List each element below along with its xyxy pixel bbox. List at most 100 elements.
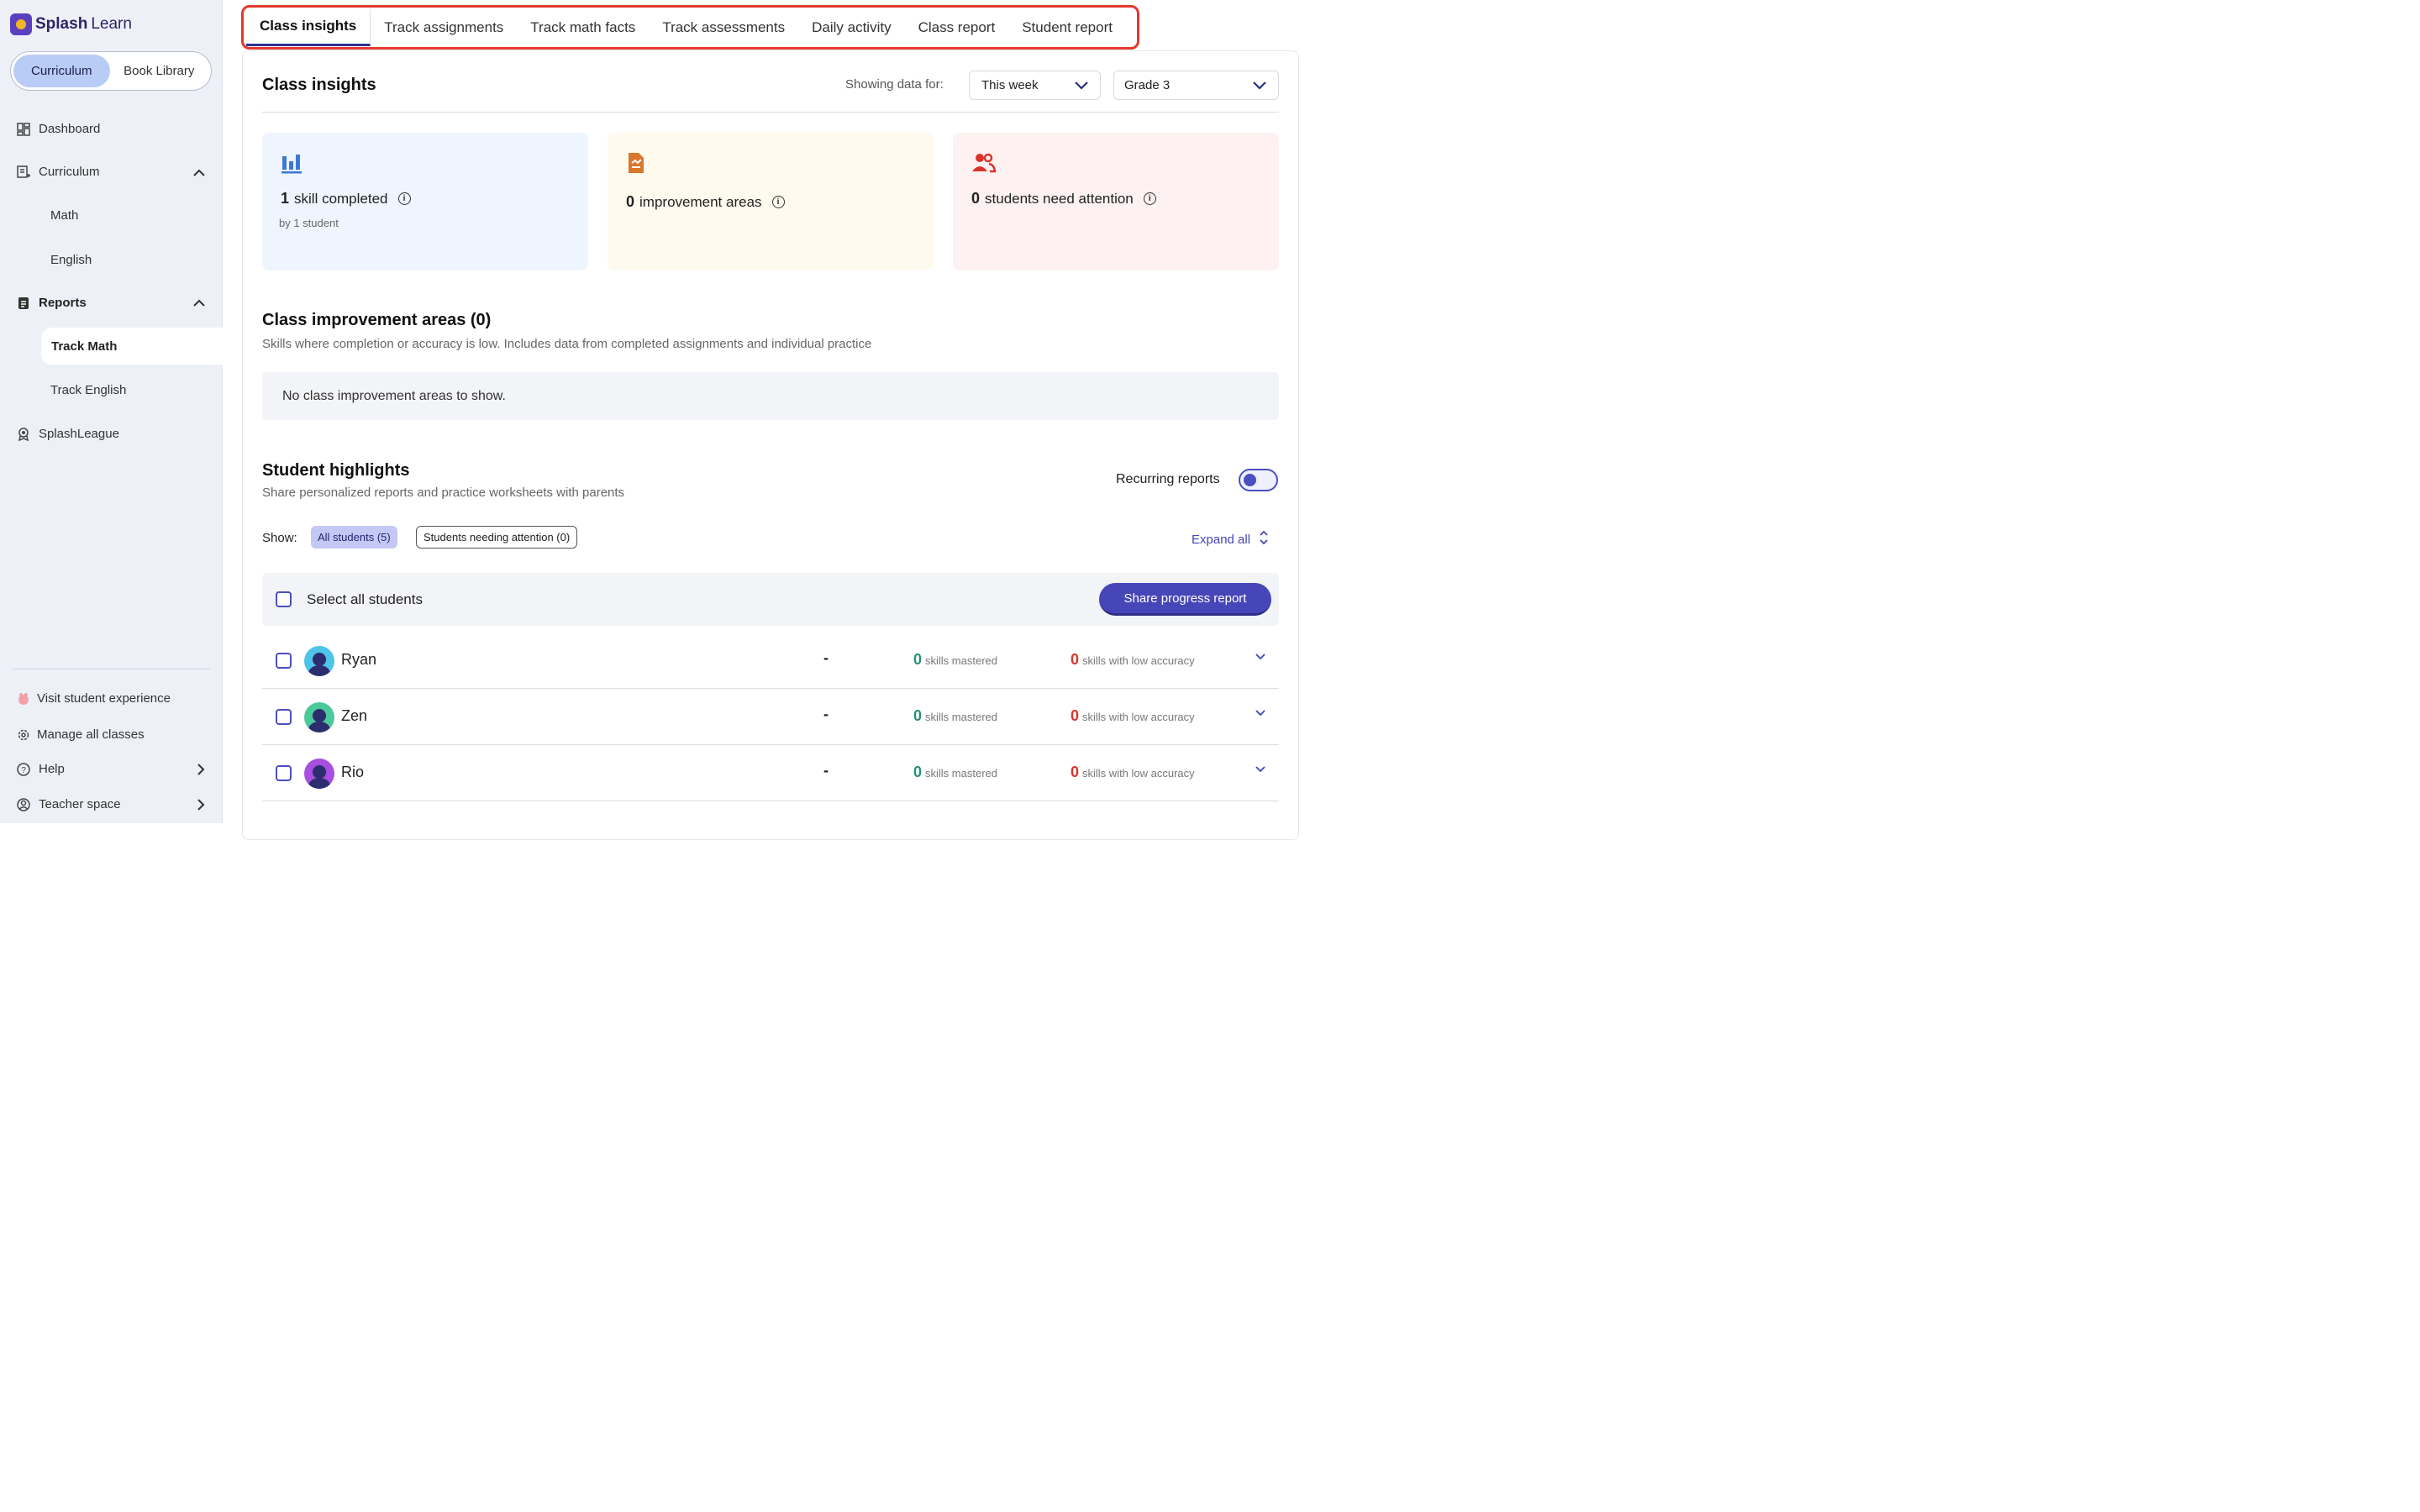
sidebar-item-visit-student-experience[interactable]: Visit student experience: [17, 691, 171, 706]
low-accuracy-count: 0: [1071, 764, 1080, 780]
low-accuracy: 0 skills with low accuracy: [1071, 707, 1195, 725]
clipboard-chart-icon: [626, 151, 648, 173]
skills-mastered-label: skills mastered: [925, 654, 997, 667]
student-row[interactable]: Rio - 0 skills mastered 0 skills with low …: [262, 745, 1279, 801]
skills-completed-count: 1: [281, 190, 290, 207]
chevron-down-icon[interactable]: [1255, 649, 1265, 663]
period-select-value: This week: [981, 78, 1039, 92]
low-accuracy-label: skills with low accuracy: [1082, 767, 1195, 780]
expand-all-button[interactable]: Expand all: [1192, 530, 1269, 549]
highlights-section-subtitle: Share personalized reports and practice …: [262, 486, 625, 500]
page-title: Class insights: [262, 76, 376, 94]
low-accuracy: 0 skills with low accuracy: [1071, 651, 1195, 669]
expand-collapse-icon: [1259, 530, 1269, 549]
avatar: [304, 646, 334, 676]
users-icon: [971, 151, 997, 173]
sidebar-item-math[interactable]: Math: [50, 208, 78, 223]
tab-student-report[interactable]: Student report: [1008, 9, 1126, 46]
low-accuracy-label: skills with low accuracy: [1082, 654, 1195, 667]
chevron-right-icon[interactable]: [197, 764, 205, 778]
sidebar-item-help[interactable]: ? Help: [17, 762, 206, 776]
tab-class-insights[interactable]: Class insights: [246, 8, 371, 46]
showing-data-label: Showing data for:: [845, 77, 944, 92]
students-attention-card: 0 students need attention i: [953, 133, 1279, 270]
chevron-down-icon: [1253, 79, 1266, 92]
info-icon[interactable]: i: [771, 196, 785, 208]
chevron-up-icon[interactable]: [193, 166, 205, 180]
skills-completed-sub: by 1 student: [279, 217, 339, 229]
info-icon[interactable]: i: [1143, 192, 1156, 205]
skills-completed-text: 1 skill completed i: [281, 190, 411, 207]
improvement-areas-text: 0 improvement areas i: [626, 193, 785, 211]
share-progress-report-button[interactable]: Share progress report: [1099, 583, 1271, 616]
sidebar-item-reports[interactable]: Reports: [17, 296, 87, 310]
filter-all-students[interactable]: All students (5): [311, 526, 397, 549]
user-circle-icon: [17, 797, 30, 811]
recurring-reports-toggle[interactable]: [1239, 469, 1278, 491]
student-dash: -: [823, 762, 829, 779]
chevron-up-icon[interactable]: [193, 297, 205, 310]
improvement-section-subtitle: Skills where completion or accuracy is l…: [262, 337, 872, 351]
sidebar-item-track-math[interactable]: Track Math: [41, 328, 223, 365]
sidebar-item-label: Curriculum: [39, 165, 100, 179]
curriculum-toggle-button[interactable]: Curriculum: [13, 55, 110, 87]
student-row[interactable]: Zen - 0 skills mastered 0 skills with low …: [262, 689, 1279, 745]
splashlearn-logo[interactable]: Splash Learn: [10, 13, 132, 35]
curriculum-icon: [17, 165, 30, 179]
student-dash: -: [823, 706, 829, 722]
period-select[interactable]: This week: [969, 71, 1101, 100]
sidebar-item-label: Teacher space: [39, 797, 121, 811]
tab-track-math-facts[interactable]: Track math facts: [517, 9, 649, 46]
sidebar-item-curriculum[interactable]: Curriculum: [17, 165, 206, 179]
info-icon[interactable]: i: [397, 192, 411, 205]
gear-icon: [17, 728, 30, 742]
tab-class-report[interactable]: Class report: [905, 9, 1009, 46]
sidebar-item-label: Reports: [39, 296, 87, 310]
chevron-right-icon[interactable]: [197, 799, 205, 813]
skills-mastered-count: 0: [913, 651, 923, 668]
sidebar-item-splashleague[interactable]: SplashLeague: [17, 427, 119, 441]
student-checkbox[interactable]: [276, 653, 292, 669]
logo-text-bold: Splash: [35, 15, 88, 33]
low-accuracy-count: 0: [1071, 651, 1080, 668]
help-icon: ?: [17, 762, 30, 776]
student-experience-icon: [17, 692, 30, 706]
tab-track-assessments[interactable]: Track assessments: [649, 9, 798, 46]
tab-track-assignments[interactable]: Track assignments: [371, 9, 517, 46]
header-divider: [262, 112, 1279, 113]
avatar: [304, 702, 334, 732]
student-dash: -: [823, 649, 829, 666]
tab-daily-activity[interactable]: Daily activity: [798, 9, 904, 46]
book-library-toggle-button[interactable]: Book Library: [110, 55, 209, 87]
filter-students-needing-attention[interactable]: Students needing attention (0): [416, 526, 578, 549]
grade-select[interactable]: Grade 3: [1113, 71, 1279, 100]
sidebar-item-label: Track Math: [51, 339, 118, 354]
student-name: Zen: [341, 707, 368, 724]
student-checkbox[interactable]: [276, 709, 292, 725]
sidebar-item-track-english[interactable]: Track English: [50, 383, 126, 397]
sidebar-item-manage-classes[interactable]: Manage all classes: [17, 727, 145, 742]
chevron-down-icon[interactable]: [1255, 706, 1265, 719]
avatar: [304, 759, 334, 789]
splashlearn-logo-icon: [10, 13, 32, 35]
student-checkbox[interactable]: [276, 765, 292, 781]
skills-mastered-count: 0: [913, 707, 923, 724]
sidebar-item-dashboard[interactable]: Dashboard: [17, 122, 100, 136]
student-name: Rio: [341, 764, 365, 780]
select-all-checkbox[interactable]: [276, 591, 292, 607]
chevron-down-icon[interactable]: [1255, 762, 1265, 775]
skills-mastered: 0 skills mastered: [913, 707, 997, 725]
dashboard-icon: [17, 122, 30, 136]
sidebar-item-label: Manage all classes: [37, 727, 145, 742]
sidebar: Splash Learn Curriculum Book Library Dash…: [0, 0, 223, 823]
expand-all-label: Expand all: [1192, 532, 1251, 547]
sidebar-item-label: SplashLeague: [39, 427, 119, 441]
skills-mastered-label: skills mastered: [925, 711, 997, 723]
sidebar-item-teacher-space[interactable]: Teacher space: [17, 797, 121, 811]
chevron-down-icon: [1075, 79, 1088, 92]
sidebar-item-english[interactable]: English: [50, 253, 92, 267]
skills-mastered-label: skills mastered: [925, 767, 997, 780]
bar-chart-icon: [281, 151, 302, 174]
student-row[interactable]: Ryan - 0 skills mastered 0 skills with low…: [262, 633, 1279, 689]
skills-mastered: 0 skills mastered: [913, 651, 997, 669]
